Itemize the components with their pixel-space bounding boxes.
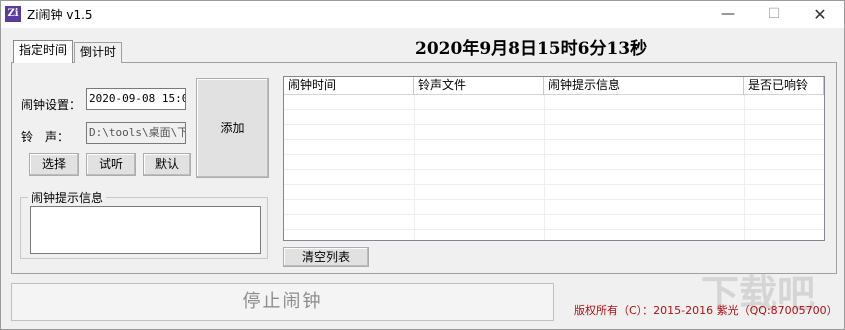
message-input[interactable]: [30, 206, 261, 254]
column-header-ring-file[interactable]: 铃声文件: [414, 77, 544, 95]
alarm-list[interactable]: 闹钟时间 铃声文件 闹钟提示信息 是否已响铃: [283, 76, 825, 241]
tab-specified-time[interactable]: 指定时间: [13, 40, 74, 63]
app-icon: Zi: [5, 6, 21, 22]
test-listen-button[interactable]: 试听: [86, 153, 136, 176]
alarm-list-header: 闹钟时间 铃声文件 闹钟提示信息 是否已响铃: [284, 77, 824, 95]
ring-label: 铃 声：: [21, 130, 70, 144]
column-header-rang[interactable]: 是否已响铃: [744, 77, 824, 95]
column-header-message[interactable]: 闹钟提示信息: [544, 77, 744, 95]
list-row: [284, 140, 824, 155]
list-row: [284, 170, 824, 185]
list-row: [284, 185, 824, 200]
add-button[interactable]: 添加: [196, 78, 269, 178]
list-row: [284, 200, 824, 215]
list-row: [284, 155, 824, 170]
app-window: Zi Zi闹钟 v1.5 — ☐ ✕ 指定时间 倒计时 2020年9月8日15时…: [0, 0, 845, 330]
alarm-datetime-field[interactable]: 2020-09-08 15:06: [86, 88, 186, 110]
maximize-button[interactable]: ☐: [751, 1, 797, 28]
list-row: [284, 125, 824, 140]
select-button[interactable]: 选择: [29, 153, 79, 176]
list-row: [284, 110, 824, 125]
default-button[interactable]: 默认: [143, 153, 191, 176]
tab-countdown[interactable]: 倒计时: [74, 42, 123, 63]
title-bar[interactable]: Zi Zi闹钟 v1.5 — ☐ ✕: [1, 1, 844, 28]
ring-file-field[interactable]: D:\tools\桌面\下载: [86, 122, 186, 144]
minimize-button[interactable]: —: [705, 1, 751, 28]
clear-list-button[interactable]: 清空列表: [283, 247, 369, 267]
current-time-display: 2020年9月8日15时6分13秒: [415, 39, 648, 59]
list-row: [284, 95, 824, 110]
stop-alarm-button[interactable]: 停止闹钟: [11, 283, 554, 321]
message-group-label: 闹钟提示信息: [28, 189, 107, 206]
close-button[interactable]: ✕: [797, 1, 843, 28]
column-header-alarm-time[interactable]: 闹钟时间: [284, 77, 414, 95]
copyright-text: 版权所有（C）：2015-2016 紫光（QQ:87005700）: [574, 304, 838, 317]
window-title: Zi闹钟 v1.5: [27, 8, 93, 22]
list-row: [284, 215, 824, 230]
alarm-setting-label: 闹钟设置：: [21, 98, 82, 112]
